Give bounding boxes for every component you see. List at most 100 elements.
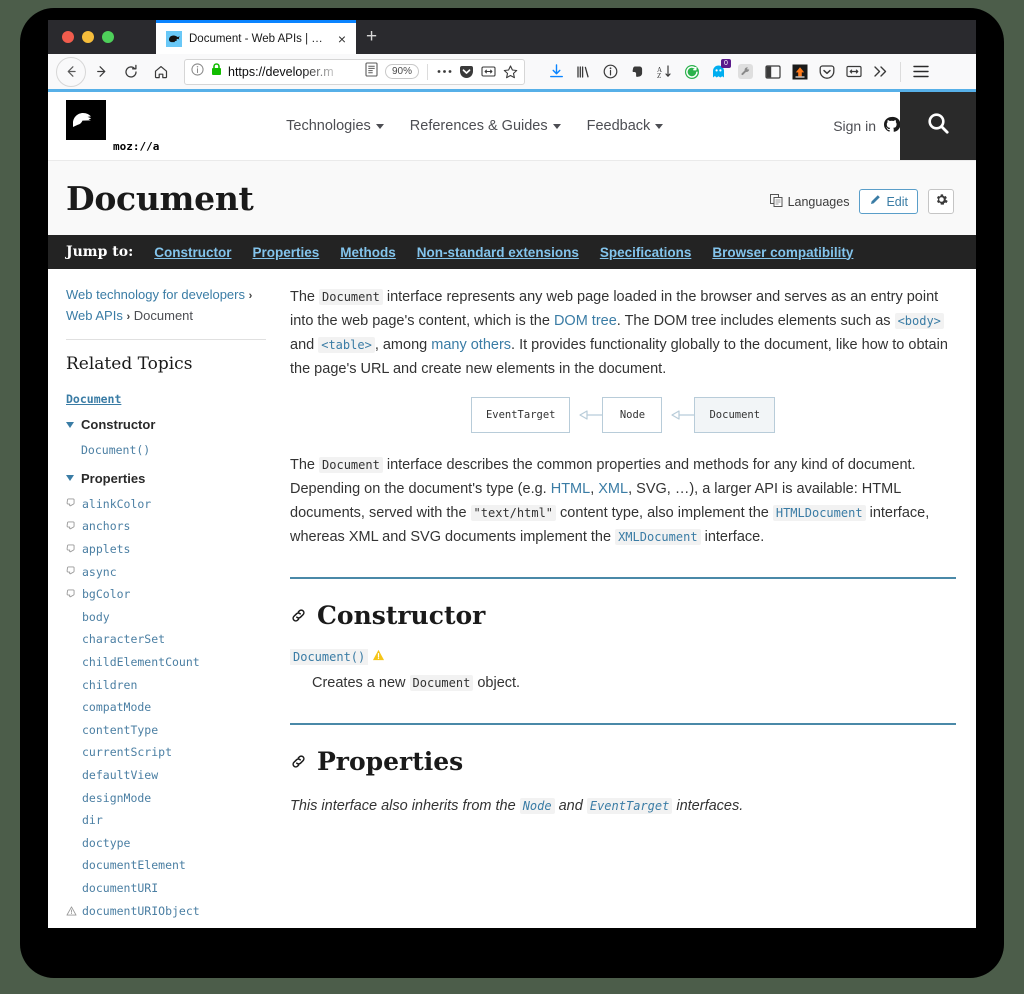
home-button[interactable] [146,57,176,87]
browser-tab[interactable]: Document - Web APIs | MDN × [156,20,356,54]
sidebar-item-dir[interactable]: dir [66,809,266,832]
sidebar-item-label: children [82,677,138,692]
inheritance-node-node[interactable]: Node [602,397,663,433]
jump-link-browser-compatibility[interactable]: Browser compatibility [712,245,853,260]
search-button[interactable] [900,92,976,160]
sidebar-icon[interactable] [759,58,786,86]
url-text[interactable]: https://developer.m [228,65,359,79]
jump-link-specifications[interactable]: Specifications [600,245,692,260]
jump-link-properties[interactable]: Properties [253,245,320,260]
inline-code-htmldocument[interactable]: HTMLDocument [772,505,866,521]
inline-code: Document [409,675,474,691]
languages-button[interactable]: Languages [769,193,849,210]
jump-link-methods[interactable]: Methods [340,245,396,260]
downloads-icon[interactable] [543,58,570,86]
sidebar-item-documenturi[interactable]: documentURI [66,877,266,900]
address-bar[interactable]: https://developer.m 90% [184,58,525,85]
sidebar-group-label: Properties [81,470,146,486]
screenshot-tool-icon[interactable] [840,58,867,86]
inline-code-body[interactable]: <body> [894,313,944,329]
sidebar-property-list: alinkColor anchors applets async bgColor body… [66,493,266,922]
mdn-logo[interactable]: MDN web docs moz://a [66,99,274,153]
sidebar-item-document-constructor[interactable]: Document() [66,439,266,462]
back-button[interactable] [56,56,86,87]
sidebar-item-document[interactable]: Document [66,392,121,406]
breadcrumb-link-web-apis[interactable]: Web APIs [66,308,123,323]
toolbar-divider [427,63,428,80]
sidebar-item-characterset[interactable]: characterSet [66,628,266,651]
inline-code-eventtarget[interactable]: EventTarget [586,798,673,814]
sidebar-group-properties[interactable]: Properties [66,471,266,486]
close-window-button[interactable] [62,31,74,43]
overflow-icon[interactable] [867,58,894,86]
link-xml[interactable]: XML [598,481,628,497]
link-html[interactable]: HTML [551,481,590,497]
jump-link-constructor[interactable]: Constructor [154,245,231,260]
jump-link-non-standard-extensions[interactable]: Non-standard extensions [417,245,579,260]
sort-icon[interactable]: AZ [651,58,678,86]
edit-button[interactable]: Edit [859,189,918,214]
section-divider [290,723,956,725]
sign-in-button[interactable]: Sign in [833,116,901,136]
browser-window: Document - Web APIs | MDN × + https://de… [48,20,976,928]
inheritance-node-eventtarget[interactable]: EventTarget [470,397,571,433]
close-tab-button[interactable]: × [336,32,348,46]
sidebar-item-body[interactable]: body [66,606,266,629]
ghostery-icon[interactable]: 0 [705,58,732,86]
sidebar-item-doctype[interactable]: doctype [66,832,266,855]
sidebar-item-applets[interactable]: applets [66,538,266,561]
sidebar-item-children[interactable]: children [66,673,266,696]
sidebar-item-designmode[interactable]: designMode [66,786,266,809]
recolor-icon[interactable] [678,58,705,86]
nav-item-references-guides[interactable]: References & Guides [410,118,561,134]
term-document-constructor[interactable]: Document() [290,649,369,665]
link-icon[interactable] [290,607,307,624]
link-dom-tree[interactable]: DOM tree [554,313,617,329]
sidebar-item-async[interactable]: async [66,560,266,583]
settings-button[interactable] [928,189,954,214]
nav-item-technologies[interactable]: Technologies [286,118,384,134]
link-many-others[interactable]: many others [431,337,511,353]
sidebar-item-documentelement[interactable]: documentElement [66,854,266,877]
firefox-send-icon[interactable] [786,58,813,86]
maximize-window-button[interactable] [102,31,114,43]
inline-code-node[interactable]: Node [519,798,555,814]
sidebar-item-childelementcount[interactable]: childElementCount [66,651,266,674]
sidebar-item-anchors[interactable]: anchors [66,515,266,538]
reload-button[interactable] [116,57,146,87]
page-info-icon[interactable] [191,62,205,81]
sidebar-group-constructor[interactable]: Constructor [66,417,266,432]
triangle-down-icon [66,421,74,428]
hamburger-menu-icon[interactable] [907,58,934,86]
page-info-icon[interactable] [597,58,624,86]
bookmark-star-icon[interactable] [502,64,518,79]
text: interface. [700,529,765,545]
nav-item-feedback[interactable]: Feedback [587,118,664,134]
library-icon[interactable] [570,58,597,86]
sidebar-item-currentscript[interactable]: currentScript [66,741,266,764]
sidebar-item-documenturiobject[interactable]: documentURIObject [66,899,266,922]
pocket-icon[interactable] [813,58,840,86]
link-icon[interactable] [290,753,307,770]
pocket-save-icon[interactable] [458,65,474,79]
text: The [290,457,320,473]
page-actions-icon[interactable] [436,69,452,74]
forward-button[interactable] [86,57,116,87]
text: and [290,337,319,353]
inline-code-xmldocument[interactable]: XMLDocument [615,529,701,545]
reader-view-icon[interactable] [365,61,379,82]
sidebar-item-defaultview[interactable]: defaultView [66,764,266,787]
sidebar-item-compatmode[interactable]: compatMode [66,696,266,719]
zoom-level-indicator[interactable]: 90% [384,64,419,79]
evernote-icon[interactable] [624,58,651,86]
breadcrumb-link-web-technology[interactable]: Web technology for developers [66,287,245,302]
breadcrumb-separator: › [248,290,253,302]
inline-code-table[interactable]: <table> [318,337,375,353]
new-tab-button[interactable]: + [366,27,377,46]
minimize-window-button[interactable] [82,31,94,43]
sidebar-item-bgcolor[interactable]: bgColor [66,583,266,606]
screenshot-icon[interactable] [480,65,496,78]
sidebar-item-contenttype[interactable]: contentType [66,719,266,742]
wrench-icon[interactable] [732,58,759,86]
sidebar-item-alinkcolor[interactable]: alinkColor [66,493,266,516]
